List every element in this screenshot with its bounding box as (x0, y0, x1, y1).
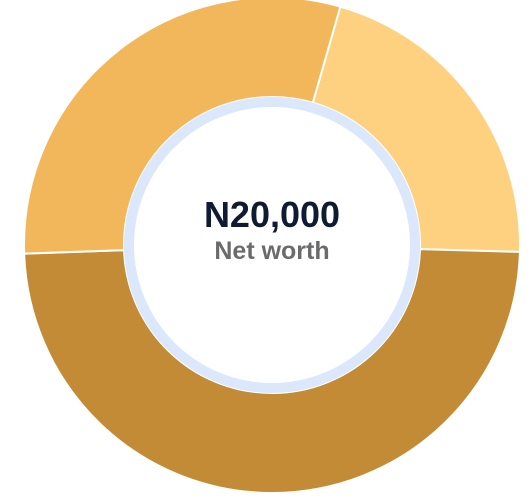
donut-chart: N20,000 Net worth (0, 0, 532, 502)
donut-hole (134, 107, 410, 383)
donut-svg (23, 0, 521, 494)
